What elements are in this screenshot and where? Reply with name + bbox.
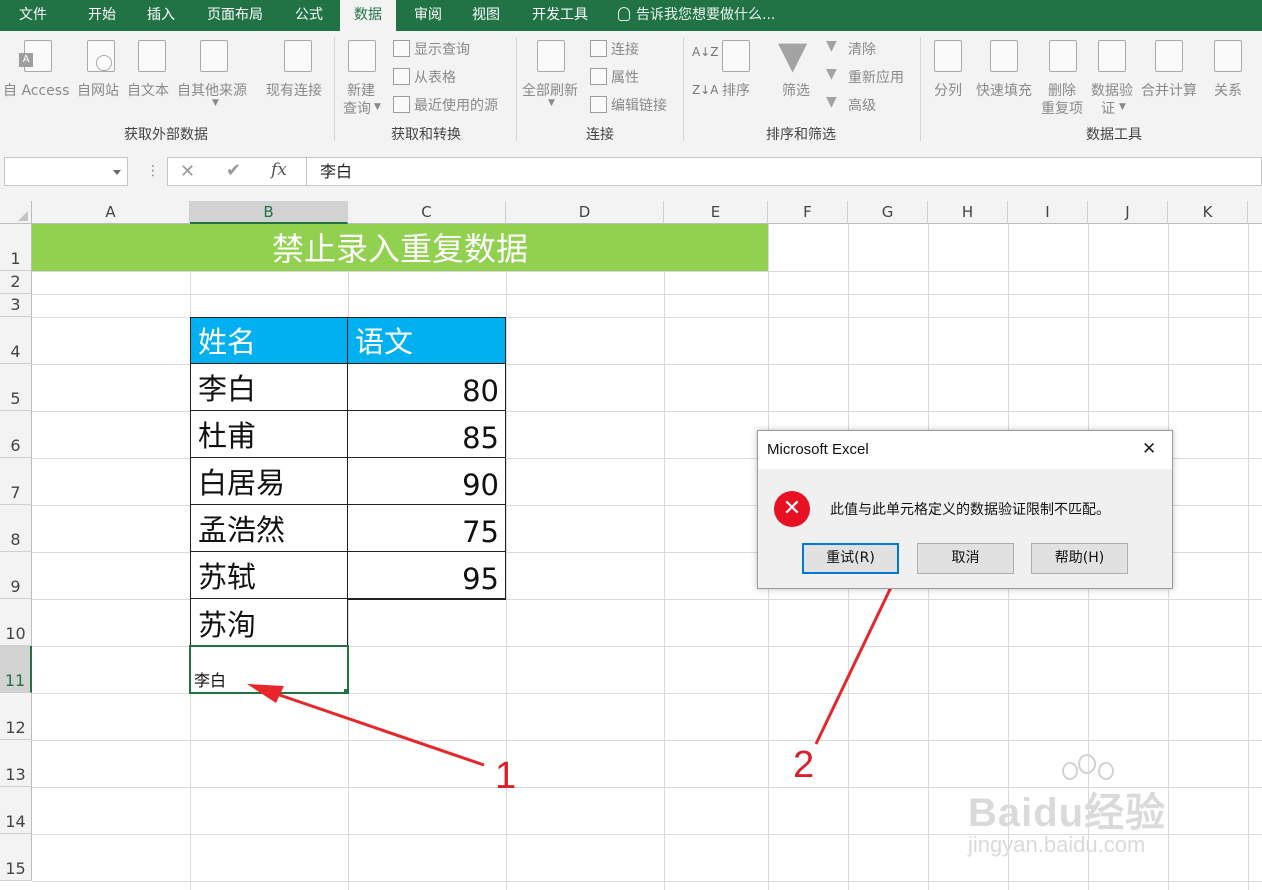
dialog-title: Microsoft Excel bbox=[767, 441, 869, 458]
annotation-label-1: 1 bbox=[495, 755, 517, 797]
cancel-button[interactable]: 取消 bbox=[917, 543, 1014, 574]
validation-error-dialog: Microsoft Excel ✕ ✕ 此值与此单元格定义的数据验证限制不匹配。… bbox=[757, 430, 1173, 589]
dialog-close-icon[interactable]: ✕ bbox=[1142, 439, 1156, 459]
annotation-label-2: 2 bbox=[793, 744, 815, 786]
watermark-url: jingyan.baidu.com bbox=[968, 832, 1146, 857]
retry-button[interactable]: 重试(R) bbox=[802, 543, 899, 574]
help-button[interactable]: 帮助(H) bbox=[1031, 543, 1128, 574]
dialog-titlebar: Microsoft Excel ✕ bbox=[758, 431, 1172, 469]
watermark-logo: Baidu经验 bbox=[968, 791, 1167, 835]
error-icon: ✕ bbox=[774, 491, 810, 527]
dialog-message: 此值与此单元格定义的数据验证限制不匹配。 bbox=[830, 502, 1110, 518]
